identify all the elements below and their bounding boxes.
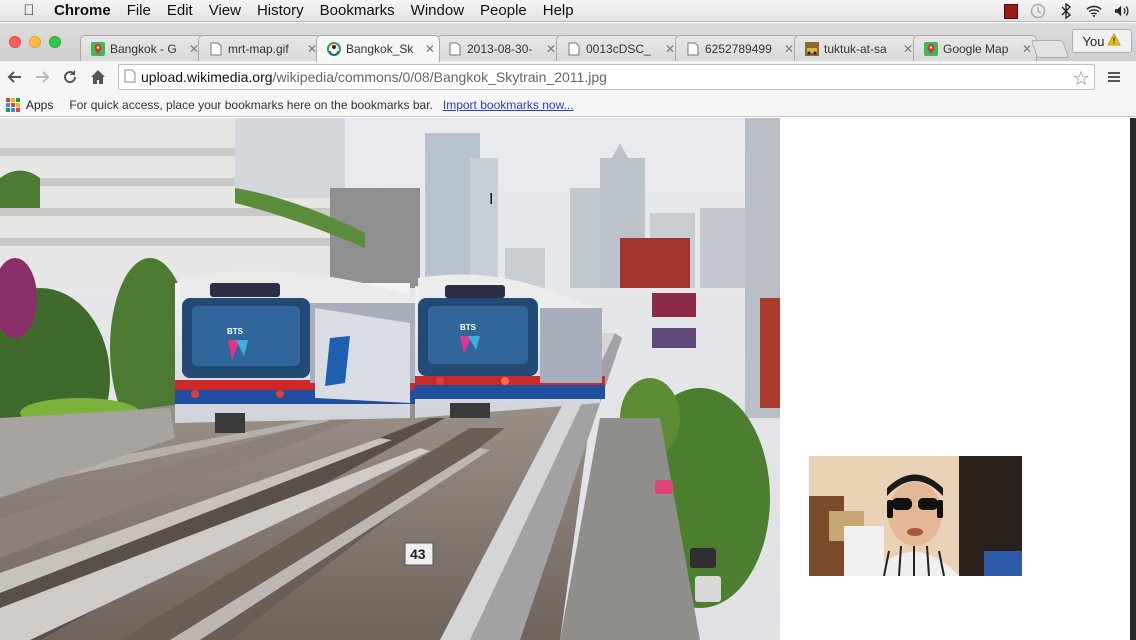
bluetooth-icon[interactable] [1058,3,1074,19]
tab-title: Bangkok - G [110,41,177,56]
page-icon [209,42,223,56]
tab-6252789499[interactable]: 6252789499 ✕ [675,35,799,61]
chrome-menu-icon[interactable] [1102,65,1126,89]
close-tab-icon[interactable]: ✕ [421,42,439,56]
menu-view[interactable]: View [209,2,241,19]
menu-app-name[interactable]: Chrome [54,2,111,19]
zoom-window-button[interactable] [49,36,61,48]
apps-grid-icon [6,97,20,112]
train-logo-left: BTS [227,327,244,336]
train-logo-right: BTS [460,323,477,332]
clock-icon[interactable] [1030,3,1046,19]
apps-label: Apps [26,97,54,112]
tab-2013-08-30[interactable]: 2013-08-30- ✕ [437,35,561,61]
page-edge-shadow [1130,118,1136,640]
minimize-window-button[interactable] [29,36,41,48]
wikimedia-icon [327,42,341,56]
wifi-icon[interactable] [1086,3,1102,19]
page-icon [448,42,462,56]
address-bar[interactable]: upload.wikimedia.org/wikipedia/commons/0… [118,64,1095,90]
track-number-label: 43 [410,546,426,562]
reload-button[interactable] [58,65,82,89]
profile-button[interactable]: You [1072,29,1132,53]
page-icon [686,42,700,56]
page-content: 43 BTS BTS I [0,118,1136,640]
volume-icon[interactable] [1114,3,1130,19]
url-text: upload.wikimedia.org/wikipedia/commons/0… [141,69,607,85]
tab-mrt-map[interactable]: mrt-map.gif ✕ [198,35,322,61]
tab-title: Google Map [943,41,1009,56]
tab-title: 6252789499 [705,41,772,56]
menu-history[interactable]: History [257,2,304,19]
webcam-overlay [809,456,1022,576]
forward-button[interactable] [30,65,54,89]
tab-title: tuktuk-at-sa [824,41,887,56]
new-tab-button[interactable] [1030,40,1070,58]
image-icon [805,41,819,56]
tab-google-maps[interactable]: Google Map ✕ [913,35,1037,61]
browser-toolbar: upload.wikimedia.org/wikipedia/commons/0… [0,61,1136,93]
tab-title: 0013cDSC_ [586,41,651,56]
menu-file[interactable]: File [127,2,151,19]
profile-label: You [1082,33,1105,49]
back-button[interactable] [3,65,27,89]
url-path: /wikipedia/commons/0/08/Bangkok_Skytrain… [272,69,607,85]
menu-people[interactable]: People [480,2,527,19]
warning-icon [1107,32,1122,49]
bookmarks-hint: For quick access, place your bookmarks h… [69,97,433,112]
menu-bookmarks[interactable]: Bookmarks [320,2,395,19]
text-cursor-icon: I [489,191,494,208]
tab-bangkok-skytrain[interactable]: Bangkok_Sk ✕ [316,35,440,62]
recording-icon[interactable] [1004,3,1018,19]
url-host: upload.wikimedia.org [141,69,273,85]
skytrain-photo[interactable]: 43 BTS BTS [0,118,780,640]
tab-tuktuk[interactable]: tuktuk-at-sa ✕ [794,35,918,61]
apps-shortcut[interactable]: Apps [6,97,54,112]
google-maps-icon [91,41,105,56]
macos-menu-bar:  Chrome File Edit View History Bookmark… [0,0,1136,22]
bookmark-star-icon[interactable]: ☆ [1072,66,1090,91]
tab-0013cdsc[interactable]: 0013cDSC_ ✕ [556,35,680,61]
page-info-icon[interactable] [119,69,141,86]
menu-window[interactable]: Window [411,2,464,19]
tab-bangkok-google-maps[interactable]: Bangkok - G ✕ [80,35,204,61]
tab-strip: Bangkok - G ✕ mrt-map.gif ✕ Bangkok_Sk ✕… [0,23,1136,62]
close-window-button[interactable] [9,36,21,48]
home-button[interactable] [86,65,110,89]
tab-title: mrt-map.gif [228,41,289,56]
menu-edit[interactable]: Edit [167,2,193,19]
bookmarks-bar: Apps For quick access, place your bookma… [0,93,1136,117]
tab-title: 2013-08-30- [467,41,533,56]
menu-help[interactable]: Help [543,2,574,19]
import-bookmarks-link[interactable]: Import bookmarks now... [443,98,574,112]
google-maps-icon [924,41,938,56]
apple-menu-icon[interactable]:  [18,2,40,19]
status-tray [1004,0,1130,22]
page-icon [567,42,581,56]
tab-title: Bangkok_Sk [346,42,414,56]
